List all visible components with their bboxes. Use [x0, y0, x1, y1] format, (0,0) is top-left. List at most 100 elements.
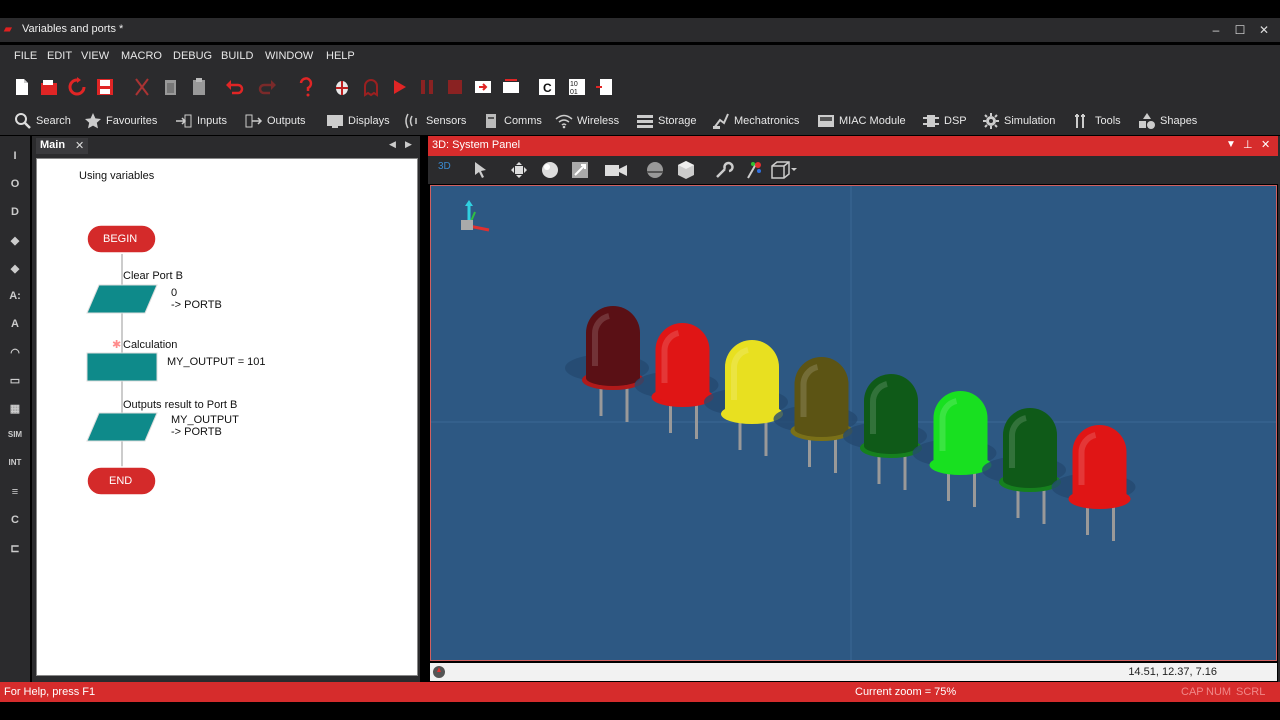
bug-icon[interactable] [332, 77, 352, 97]
pause-icon[interactable] [417, 77, 437, 97]
paste-icon[interactable] [189, 77, 209, 97]
undo-icon[interactable] [224, 77, 244, 97]
menu-file[interactable]: FILE [14, 50, 37, 62]
category-dsp[interactable]: DSP [922, 111, 967, 131]
category-outputs[interactable]: Outputs [245, 111, 306, 131]
render-sphere-icon[interactable] [645, 160, 665, 180]
display-icon [327, 115, 343, 128]
minimize-button[interactable]: – [1204, 21, 1228, 39]
component-macro-icon[interactable]: ▦ [5, 402, 25, 420]
category-wireless[interactable]: Wireless [555, 111, 619, 131]
sphere-view-icon[interactable] [540, 160, 560, 180]
sensor-icon [405, 113, 417, 129]
led-8[interactable] [1051, 425, 1136, 541]
status-zoom-text: Current zoom = 75% [855, 686, 957, 698]
menu-edit[interactable]: EDIT [47, 50, 72, 62]
delay-command-icon[interactable]: D [5, 206, 25, 224]
led-3[interactable] [704, 340, 788, 456]
led-4[interactable] [773, 357, 858, 473]
help-icon[interactable] [296, 77, 316, 97]
wireless-icon [555, 114, 573, 129]
system-panel-toolbar: 3D [428, 156, 1278, 184]
menu-macro[interactable]: MACRO [121, 50, 162, 62]
c-code-icon[interactable]: C [537, 77, 557, 97]
redo-icon[interactable] [258, 77, 278, 97]
category-displays[interactable]: Displays [326, 111, 390, 131]
move-icon[interactable] [510, 161, 528, 179]
category-shapes[interactable]: Shapes [1138, 111, 1197, 131]
menu-build[interactable]: BUILD [221, 50, 253, 62]
category-simulation[interactable]: Simulation [982, 111, 1055, 131]
tab-main-close-icon[interactable]: ✕ [75, 139, 84, 152]
tab-scroll-right-icon[interactable]: ▶ [405, 139, 412, 150]
comment-command-icon[interactable]: ⊏ [5, 542, 25, 560]
category-miac-module[interactable]: MIAC Module [817, 111, 906, 131]
reload-icon[interactable] [67, 77, 87, 97]
scale-icon[interactable] [571, 161, 589, 179]
stop-icon[interactable] [445, 77, 465, 97]
menu-window[interactable]: WINDOW [265, 50, 313, 62]
category-sensors[interactable]: Sensors [404, 111, 466, 131]
output-block-clear-port[interactable] [86, 284, 158, 314]
calculation-command-icon[interactable]: ≡ [5, 486, 25, 504]
interrupt-command-icon[interactable]: INT [5, 458, 25, 476]
view-cube-dropdown-icon[interactable] [770, 160, 798, 180]
cut-icon[interactable] [132, 77, 152, 97]
open-file-icon[interactable] [39, 77, 59, 97]
category-comms[interactable]: Comms [482, 111, 542, 131]
save-icon[interactable] [95, 77, 115, 97]
tab-scroll-left-icon[interactable]: ◀ [389, 139, 396, 150]
calculation-block[interactable] [86, 352, 158, 382]
step-over-icon[interactable] [501, 77, 521, 97]
comms-icon [486, 114, 496, 128]
debug-ghost-icon[interactable] [361, 77, 381, 97]
category-search[interactable]: Search [14, 111, 71, 131]
maximize-button[interactable]: ☐ [1228, 21, 1252, 39]
flowchart-canvas[interactable]: ✱ Using variables BEGIN Clear Port B 0 -… [36, 158, 418, 676]
run-icon[interactable] [389, 77, 409, 97]
category-favourites-label: Favourites [106, 115, 158, 127]
led-7[interactable] [982, 408, 1066, 524]
macro-command-icon[interactable]: ▭ [5, 374, 25, 392]
connection-point-icon[interactable]: A: [5, 290, 25, 308]
wrench-icon[interactable] [714, 160, 734, 180]
switch-command-icon[interactable]: ◆ [5, 262, 25, 280]
compass-icon[interactable] [432, 665, 446, 679]
cube-icon[interactable] [676, 160, 696, 180]
panel-dropdown-icon[interactable]: ▼ [1226, 139, 1236, 150]
led-6[interactable] [912, 391, 997, 507]
menu-help[interactable]: HELP [326, 50, 355, 62]
led-5[interactable] [843, 374, 927, 490]
loop-command-icon[interactable]: ◠ [5, 346, 25, 364]
c-code-command-icon[interactable]: C [5, 514, 25, 532]
goto-command-icon[interactable]: A [5, 318, 25, 336]
axis-tool-icon[interactable] [744, 160, 764, 180]
3d-scene-viewport[interactable] [430, 185, 1277, 661]
menu-debug[interactable]: DEBUG [173, 50, 212, 62]
category-favourites[interactable]: Favourites [84, 111, 157, 131]
menu-view[interactable]: VIEW [81, 50, 109, 62]
view-3d-label[interactable]: 3D [438, 161, 451, 172]
output-command-icon[interactable]: O [5, 178, 25, 196]
simulation-macro-icon[interactable]: SIM [5, 430, 25, 448]
category-inputs[interactable]: Inputs [175, 111, 227, 131]
svg-text:C: C [543, 81, 552, 95]
new-file-icon[interactable] [12, 77, 32, 97]
category-storage[interactable]: Storage [636, 111, 697, 131]
category-mechatronics[interactable]: Mechatronics [712, 111, 799, 131]
select-pointer-icon[interactable] [472, 161, 490, 179]
decision-command-icon[interactable]: ◆ [5, 234, 25, 252]
hex-compile-icon[interactable]: 1001 [567, 77, 587, 97]
output-block-result[interactable] [86, 412, 158, 442]
panel-pin-icon[interactable]: ⊥ [1243, 138, 1253, 151]
input-command-icon[interactable]: I [5, 150, 25, 168]
copy-icon[interactable] [161, 77, 181, 97]
chip-compile-icon[interactable] [594, 77, 614, 97]
led-1[interactable] [565, 306, 649, 422]
panel-close-icon[interactable]: ✕ [1261, 138, 1270, 151]
step-into-icon[interactable] [473, 77, 493, 97]
category-mechatronics-label: Mechatronics [734, 115, 800, 127]
camera-icon[interactable] [604, 161, 628, 179]
close-button[interactable]: ✕ [1252, 21, 1276, 39]
category-tools[interactable]: Tools [1073, 111, 1121, 131]
